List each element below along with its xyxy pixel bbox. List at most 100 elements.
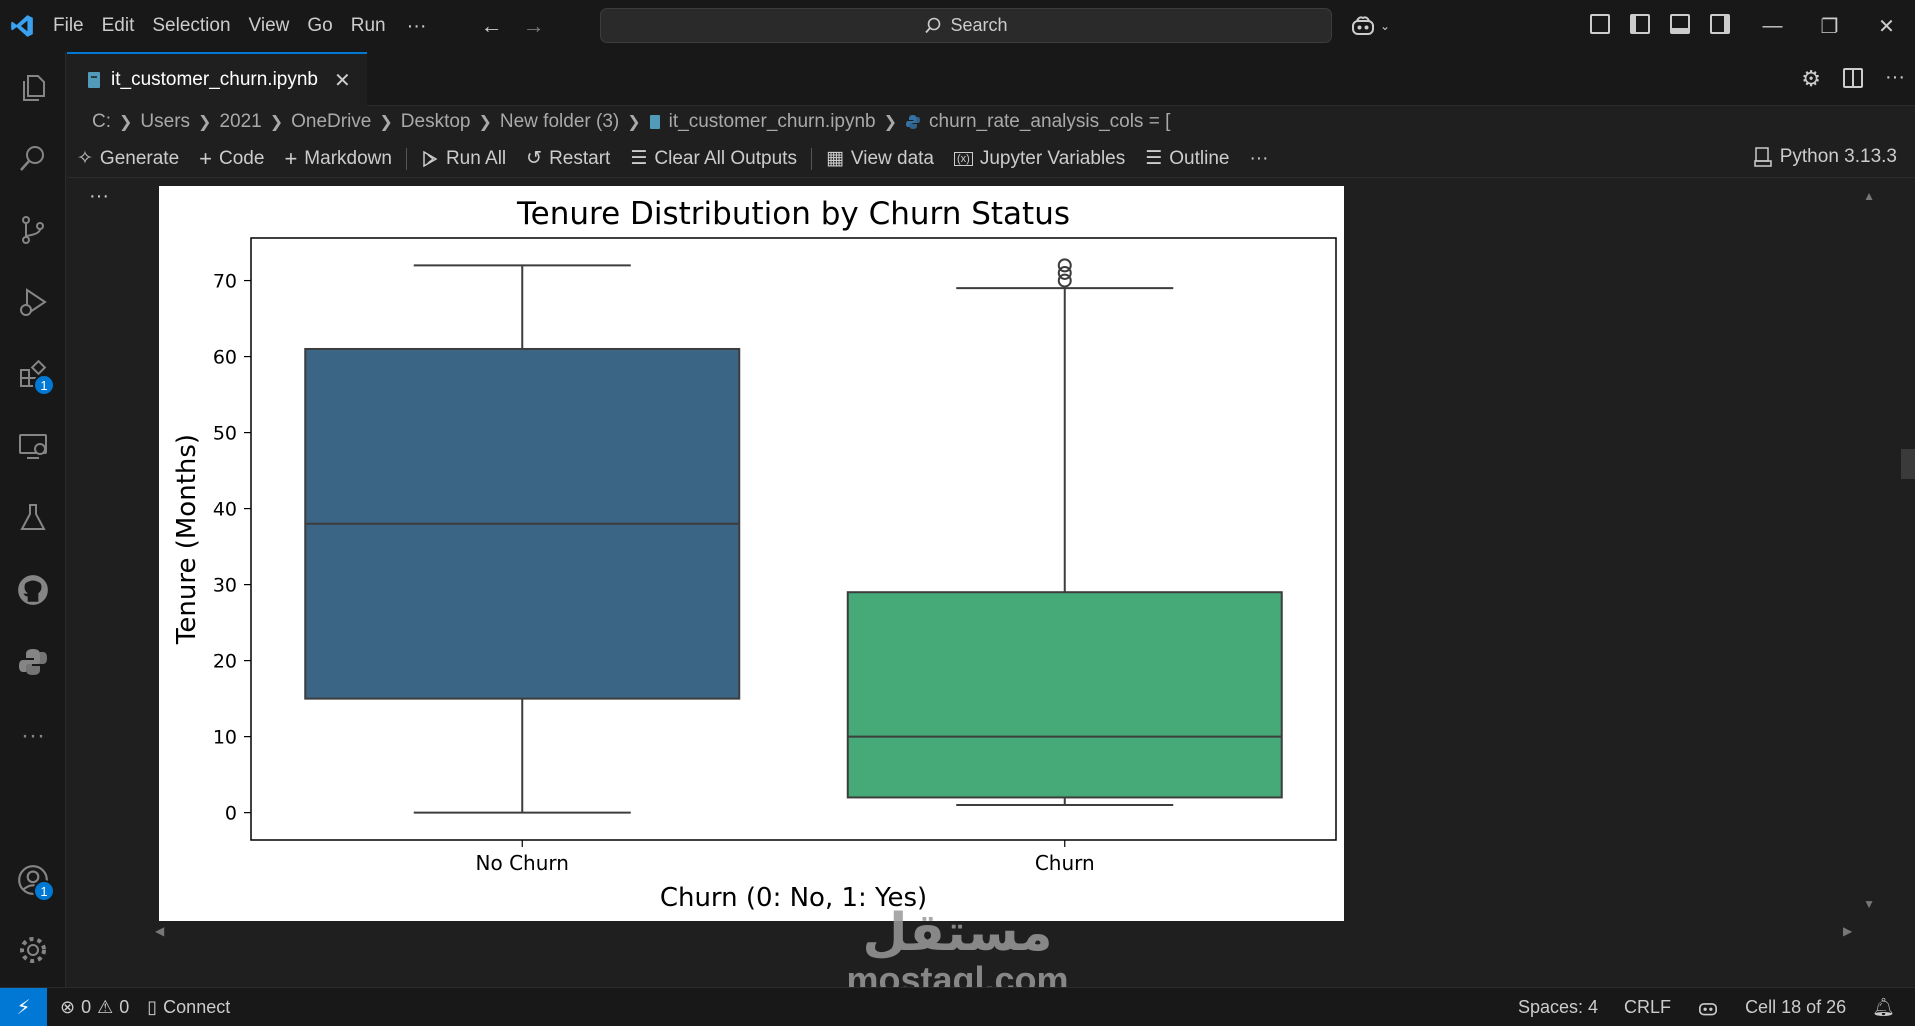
github-icon[interactable] bbox=[13, 570, 53, 610]
chevron-right-icon: ❯ bbox=[269, 114, 284, 131]
remote-explorer-icon[interactable] bbox=[13, 426, 53, 466]
scroll-right-icon[interactable]: ▶ bbox=[1843, 924, 1852, 938]
restore-icon[interactable]: ❐ bbox=[1801, 14, 1858, 39]
kernel-icon bbox=[1753, 147, 1772, 167]
clear-all-outputs-button[interactable]: ☰ Clear All Outputs bbox=[620, 147, 807, 170]
x-tick-label: No Churn bbox=[476, 851, 569, 875]
connect-button[interactable]: ▯ Connect bbox=[147, 997, 230, 1018]
breadcrumb-item[interactable]: Users bbox=[140, 111, 190, 133]
title-bar: File Edit Selection View Go Run ··· ← → … bbox=[0, 0, 1915, 52]
status-bar: ⚡ ⊗ 0 ⚠ 0 ▯ Connect Spaces: 4 CRLF Cell … bbox=[0, 987, 1915, 1026]
breadcrumb-item[interactable]: 2021 bbox=[219, 111, 261, 133]
more-actions-icon[interactable]: ··· bbox=[1885, 66, 1905, 92]
vscode-logo-icon bbox=[0, 0, 44, 52]
toolbar-divider bbox=[405, 147, 407, 170]
chevron-right-icon: ❯ bbox=[883, 114, 898, 131]
search-placeholder: Search bbox=[950, 15, 1008, 35]
generate-button[interactable]: ✧ Generate bbox=[67, 147, 189, 170]
variables-icon: (x) bbox=[954, 151, 973, 166]
customize-layout-icon[interactable] bbox=[1590, 14, 1610, 34]
scroll-left-icon[interactable]: ◀ bbox=[155, 924, 164, 938]
more-views-icon[interactable]: ··· bbox=[13, 716, 53, 756]
indentation-indicator[interactable]: Spaces: 4 bbox=[1518, 997, 1598, 1018]
remote-icon: ⚡ bbox=[16, 997, 31, 1019]
chevron-right-icon: ❯ bbox=[478, 114, 492, 131]
overview-ruler-scrollbar[interactable] bbox=[1901, 449, 1915, 479]
scroll-down-icon[interactable]: ▼ bbox=[1863, 897, 1875, 911]
outlier-point bbox=[1057, 258, 1072, 273]
close-tab-icon[interactable]: ✕ bbox=[334, 68, 351, 93]
accounts-icon[interactable]: 1 bbox=[13, 860, 55, 902]
close-window-icon[interactable]: ✕ bbox=[1858, 14, 1915, 39]
toggle-primary-sidebar-icon[interactable] bbox=[1630, 14, 1650, 34]
breadcrumb-item[interactable]: it_customer_churn.ipynb bbox=[669, 111, 876, 133]
menu-edit[interactable]: Edit bbox=[93, 0, 144, 52]
breadcrumb-item[interactable]: churn_rate_analysis_cols = [ bbox=[929, 111, 1170, 133]
menu-view[interactable]: View bbox=[240, 0, 299, 52]
forward-arrow-icon[interactable]: → bbox=[513, 13, 555, 39]
add-markdown-cell-button[interactable]: + Markdown bbox=[274, 146, 402, 172]
outline-label: Outline bbox=[1169, 147, 1230, 169]
add-code-cell-button[interactable]: + Code bbox=[189, 146, 274, 172]
warning-count: 0 bbox=[119, 997, 130, 1017]
scroll-up-icon[interactable]: ▲ bbox=[1863, 189, 1875, 203]
generate-label: Generate bbox=[99, 147, 180, 169]
restart-label: Restart bbox=[549, 147, 611, 169]
outline-icon: ☰ bbox=[1145, 148, 1163, 169]
tab-notebook[interactable]: it_customer_churn.ipynb ✕ bbox=[67, 52, 367, 106]
search-icon bbox=[925, 17, 941, 33]
y-tick-label: 50 bbox=[213, 423, 237, 445]
jupyter-variables-button[interactable]: (x) Jupyter Variables bbox=[944, 148, 1135, 170]
breadcrumb-item[interactable]: New folder (3) bbox=[500, 111, 619, 133]
menu-more-button[interactable]: ··· bbox=[395, 15, 439, 38]
eol-indicator[interactable]: CRLF bbox=[1624, 997, 1671, 1018]
minimize-icon[interactable]: — bbox=[1744, 15, 1801, 38]
menu-go[interactable]: Go bbox=[298, 0, 341, 52]
connect-label: Connect bbox=[163, 997, 231, 1017]
cell-more-button[interactable]: ··· bbox=[89, 185, 109, 208]
y-tick-label: 40 bbox=[213, 499, 237, 521]
error-icon: ⊗ bbox=[60, 997, 76, 1017]
python-icon[interactable] bbox=[13, 642, 53, 682]
sparkle-icon: ✧ bbox=[77, 148, 93, 169]
breadcrumb-item[interactable]: C: bbox=[92, 111, 111, 133]
run-all-button[interactable]: Run All bbox=[411, 148, 516, 170]
y-tick-label: 60 bbox=[213, 347, 237, 369]
restart-button[interactable]: ↺ Restart bbox=[516, 147, 620, 170]
back-arrow-icon[interactable]: ← bbox=[471, 13, 513, 39]
remote-indicator[interactable]: ⚡ bbox=[0, 988, 47, 1026]
table-icon: ▦ bbox=[825, 148, 844, 169]
menu-run[interactable]: Run bbox=[342, 0, 395, 52]
copilot-button[interactable]: ⌄ bbox=[1350, 12, 1390, 40]
menu-file[interactable]: File bbox=[44, 0, 93, 52]
command-center-search[interactable]: Search bbox=[600, 8, 1332, 43]
split-editor-icon[interactable] bbox=[1843, 68, 1864, 88]
toggle-panel-icon[interactable] bbox=[1670, 14, 1690, 34]
outline-button[interactable]: ☰ Outline bbox=[1135, 147, 1239, 170]
extensions-icon[interactable]: 1 bbox=[13, 354, 55, 396]
view-data-button[interactable]: ▦ View data bbox=[816, 147, 944, 170]
chevron-right-icon: ❯ bbox=[379, 114, 393, 131]
manage-gear-icon[interactable] bbox=[13, 930, 53, 970]
search-icon[interactable] bbox=[13, 138, 53, 178]
clear-all-icon: ☰ bbox=[630, 148, 648, 169]
explorer-icon[interactable] bbox=[13, 68, 53, 108]
kernel-picker[interactable]: Python 3.13.3 bbox=[1753, 146, 1897, 168]
source-control-icon[interactable] bbox=[13, 210, 53, 250]
breadcrumb-item[interactable]: Desktop bbox=[401, 111, 471, 133]
run-debug-icon[interactable] bbox=[13, 282, 53, 322]
testing-icon[interactable] bbox=[13, 498, 53, 538]
toggle-secondary-sidebar-icon[interactable] bbox=[1710, 14, 1730, 34]
breadcrumb-item[interactable]: OneDrive bbox=[291, 111, 371, 133]
toolbar-more-button[interactable]: ··· bbox=[1239, 148, 1278, 170]
menu-selection[interactable]: Selection bbox=[143, 0, 239, 52]
extensions-badge: 1 bbox=[33, 374, 55, 396]
settings-gear-icon[interactable]: ⚙ bbox=[1801, 66, 1821, 92]
cell-position-indicator[interactable]: Cell 18 of 26 bbox=[1745, 997, 1846, 1018]
database-icon: ▯ bbox=[147, 997, 158, 1017]
problems-indicator[interactable]: ⊗ 0 ⚠ 0 bbox=[60, 997, 129, 1018]
copilot-status-icon[interactable] bbox=[1697, 999, 1719, 1017]
notifications-bell-icon[interactable]: 🔔︎ bbox=[1872, 997, 1895, 1018]
tab-filename: it_customer_churn.ipynb bbox=[111, 69, 318, 90]
y-axis-label: Tenure (Months) bbox=[172, 434, 202, 645]
